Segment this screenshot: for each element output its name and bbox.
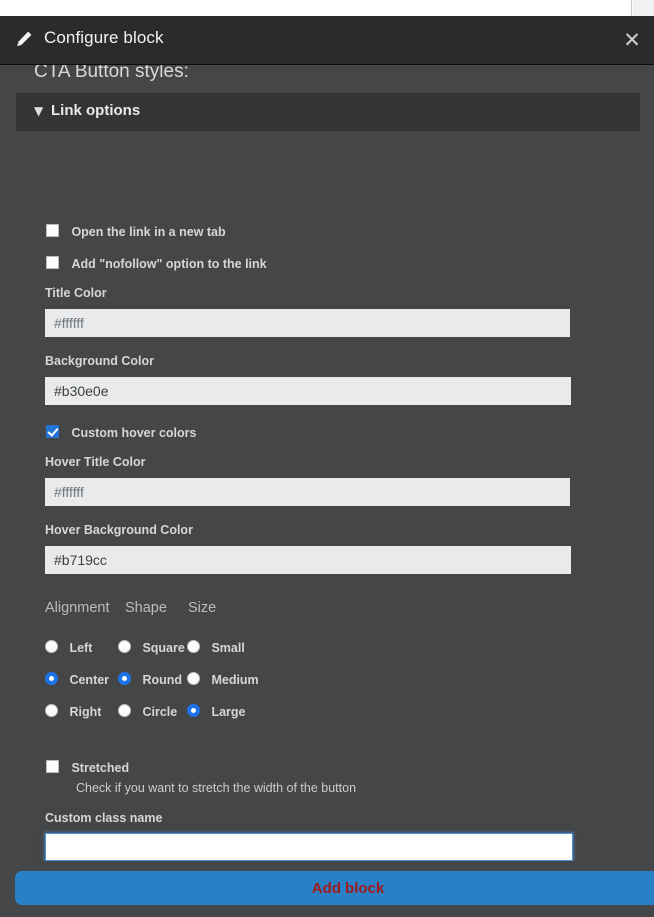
checkbox-custom-hover-colors[interactable] <box>46 425 59 438</box>
checkbox-open-link-new-tab[interactable] <box>46 224 59 237</box>
checkbox-label-custom-hover: Custom hover colors <box>71 426 196 440</box>
radio-label-center: Center <box>69 673 109 687</box>
radio-shape-circle[interactable]: Circle <box>118 703 177 721</box>
input-background-color[interactable] <box>45 377 571 405</box>
radio-label-large: Large <box>211 705 245 719</box>
modal-header: Configure block ✕ <box>0 16 654 65</box>
checkbox-label-stretched: Stretched <box>71 761 129 775</box>
label-background-color: Background Color <box>45 354 154 368</box>
checkbox-stretched[interactable] <box>46 760 59 773</box>
modal-title: Configure block <box>44 28 164 48</box>
page-scrollbar-track[interactable] <box>633 0 654 16</box>
input-title-color[interactable] <box>45 309 570 337</box>
radio-label-left: Left <box>69 641 92 655</box>
checkbox-label-new-tab: Open the link in a new tab <box>71 225 225 239</box>
label-custom-class-name: Custom class name <box>45 811 162 825</box>
radio-alignment-left[interactable]: Left <box>45 639 92 657</box>
radio-label-medium: Medium <box>211 673 258 687</box>
radio-alignment-right[interactable]: Right <box>45 703 101 721</box>
radio-size-large[interactable]: Large <box>187 703 246 721</box>
radio-label-right: Right <box>69 705 101 719</box>
input-hover-title-color[interactable] <box>45 478 570 506</box>
radio-input-circle[interactable] <box>118 704 131 717</box>
input-custom-class-name[interactable] <box>45 833 573 861</box>
input-hover-background-color[interactable] <box>45 546 571 574</box>
checkbox-row-nofollow[interactable]: Add "nofollow" option to the link <box>46 255 267 273</box>
help-text-stretched: Check if you want to stretch the width o… <box>76 781 356 795</box>
modal-body: CTA Button styles: ▼ Link options Open t… <box>0 65 654 861</box>
radio-size-medium[interactable]: Medium <box>187 671 259 689</box>
checkbox-row-stretched[interactable]: Stretched <box>46 759 129 777</box>
radio-label-square: Square <box>142 641 184 655</box>
page-backdrop <box>0 0 654 16</box>
section-title-bar: CTA Button styles: <box>16 65 640 93</box>
add-block-button[interactable]: Add block <box>15 871 654 905</box>
radio-label-small: Small <box>211 641 244 655</box>
configure-block-modal: Configure block ✕ CTA Button styles: ▼ L… <box>0 16 654 917</box>
radio-input-medium[interactable] <box>187 672 200 685</box>
checkbox-row-new-tab[interactable]: Open the link in a new tab <box>46 223 226 241</box>
radio-label-circle: Circle <box>142 705 177 719</box>
radio-input-small[interactable] <box>187 640 200 653</box>
checkbox-label-nofollow: Add "nofollow" option to the link <box>71 257 266 271</box>
section-title: CTA Button styles: <box>34 65 189 83</box>
radio-label-round: Round <box>142 673 182 687</box>
radio-shape-square[interactable]: Square <box>118 639 185 657</box>
label-hover-title-color: Hover Title Color <box>45 455 145 469</box>
radio-input-round[interactable] <box>118 672 131 685</box>
chevron-down-icon: ▼ <box>34 104 43 118</box>
radio-input-center[interactable] <box>45 672 58 685</box>
radio-group-header-size: Size <box>188 600 216 616</box>
close-icon[interactable]: ✕ <box>618 26 646 54</box>
radio-input-right[interactable] <box>45 704 58 717</box>
label-hover-background-color: Hover Background Color <box>45 523 193 537</box>
radio-alignment-center[interactable]: Center <box>45 671 109 689</box>
accordion-label: Link options <box>51 102 140 119</box>
radio-group-header-shape: Shape <box>125 600 167 616</box>
radio-input-square[interactable] <box>118 640 131 653</box>
page-content-edge <box>0 0 632 16</box>
checkbox-row-custom-hover[interactable]: Custom hover colors <box>46 424 196 442</box>
radio-size-small[interactable]: Small <box>187 639 245 657</box>
accordion-link-options[interactable]: ▼ Link options <box>16 93 640 131</box>
modal-footer: Add block <box>0 861 654 917</box>
radio-group-header-alignment: Alignment <box>45 600 109 616</box>
checkbox-add-nofollow[interactable] <box>46 256 59 269</box>
pencil-icon <box>14 29 34 49</box>
radio-shape-round[interactable]: Round <box>118 671 182 689</box>
radio-input-large[interactable] <box>187 704 200 717</box>
label-title-color: Title Color <box>45 286 107 300</box>
radio-input-left[interactable] <box>45 640 58 653</box>
